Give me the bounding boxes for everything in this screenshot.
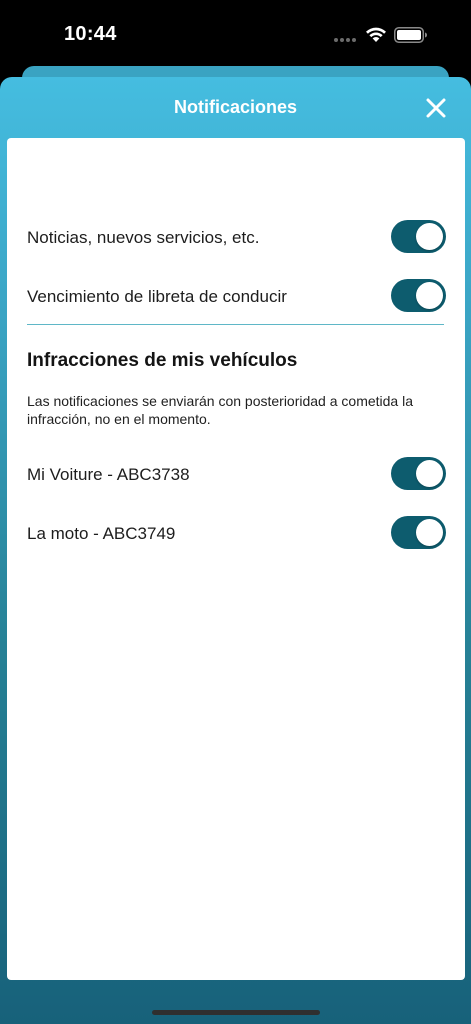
setting-row-news: Noticias, nuevos servicios, etc. (27, 218, 447, 258)
section-divider (27, 324, 444, 325)
toggle-knob (416, 460, 443, 487)
setting-label-news: Noticias, nuevos servicios, etc. (27, 228, 260, 247)
sheet-title: Notificaciones (173, 97, 298, 117)
vehicle-row: Mi Voiture - ABC3738 (27, 455, 447, 495)
toggle-knob (416, 282, 443, 309)
close-icon[interactable] (422, 94, 450, 122)
toggle-news[interactable] (391, 220, 446, 253)
toggle-knob (416, 519, 443, 546)
vehicles-section-title: Infracciones de mis vehículos (27, 350, 298, 371)
toggle-vehicle-1[interactable] (391, 457, 446, 490)
vehicles-section-note: Las notificaciones se enviarán con poste… (27, 393, 414, 427)
toggle-knob (416, 223, 443, 250)
vehicle-label: Mi Voiture - ABC3738 (27, 465, 190, 484)
settings-card: Noticias, nuevos servicios, etc. Vencimi… (7, 138, 465, 980)
toggle-vehicle-2[interactable] (391, 516, 446, 549)
status-time: 10:44 (64, 23, 117, 45)
vehicle-label: La moto - ABC3749 (27, 524, 176, 543)
home-indicator[interactable] (152, 1010, 320, 1015)
wifi-icon (366, 27, 386, 42)
battery-icon (394, 27, 427, 43)
setting-label-license-expiry: Vencimiento de libreta de conducir (27, 287, 287, 306)
setting-row-license-expiry: Vencimiento de libreta de conducir (27, 277, 447, 317)
notifications-sheet: Notificaciones Noticias, nuevos servicio… (0, 77, 471, 1024)
signal-dots-icon (334, 38, 358, 42)
status-bar: 10:44 (0, 0, 471, 70)
toggle-license-expiry[interactable] (391, 279, 446, 312)
vehicle-row: La moto - ABC3749 (27, 514, 447, 554)
